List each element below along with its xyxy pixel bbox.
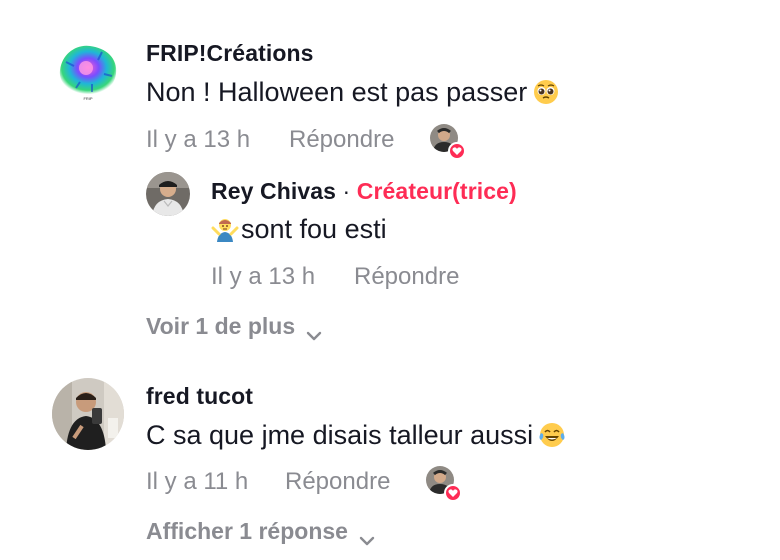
view-more-label: Voir 1 de plus xyxy=(146,313,296,339)
creator-liked-badge xyxy=(426,466,462,502)
avatar-rey-chivas[interactable] xyxy=(146,172,190,216)
reply-body: sont fou esti xyxy=(241,214,387,244)
creator-badge: Créateur(trice) xyxy=(356,178,517,204)
reply-username-line: Rey Chivas · Créateur(trice) xyxy=(211,178,517,205)
comment-body: C sa que jme disais talleur aussi xyxy=(146,420,534,450)
show-replies-label: Afficher 1 réponse xyxy=(146,518,348,544)
show-replies-link[interactable]: Afficher 1 réponse xyxy=(146,518,376,545)
chevron-down-icon xyxy=(305,321,323,340)
reply-button[interactable]: Répondre xyxy=(285,468,390,496)
comment-username[interactable]: fred tucot xyxy=(146,383,253,410)
person-shrugging-emoji xyxy=(211,214,239,242)
view-more-replies-link[interactable]: Voir 1 de plus xyxy=(146,313,323,340)
reply-username[interactable]: Rey Chivas xyxy=(211,178,336,204)
svg-text:FRIP: FRIP xyxy=(83,96,92,101)
pleading-face-emoji xyxy=(533,79,559,105)
comment-timestamp: Il y a 11 h xyxy=(146,468,249,495)
comment-timestamp: Il y a 13 h xyxy=(146,126,251,153)
separator-dot: · xyxy=(342,178,351,204)
reply-timestamp: Il y a 13 h xyxy=(211,263,316,290)
avatar-fred-tucot[interactable] xyxy=(52,378,124,450)
avatar-frip-creations[interactable]: FRIP xyxy=(52,36,124,108)
reply-text: sont fou esti xyxy=(211,214,387,245)
creator-liked-badge xyxy=(430,124,466,160)
comment-username[interactable]: FRIP!Créations xyxy=(146,40,314,67)
comment-text: Non ! Halloween est pas passer xyxy=(146,77,559,108)
comment-text: C sa que jme disais talleur aussi xyxy=(146,420,565,451)
chevron-down-icon xyxy=(358,526,376,545)
reply-button[interactable]: Répondre xyxy=(354,263,459,291)
heart-icon xyxy=(444,484,462,502)
reply-button[interactable]: Répondre xyxy=(289,126,394,154)
tears-of-joy-emoji xyxy=(539,422,565,448)
heart-icon xyxy=(448,142,466,160)
comment-body: Non ! Halloween est pas passer xyxy=(146,77,528,107)
